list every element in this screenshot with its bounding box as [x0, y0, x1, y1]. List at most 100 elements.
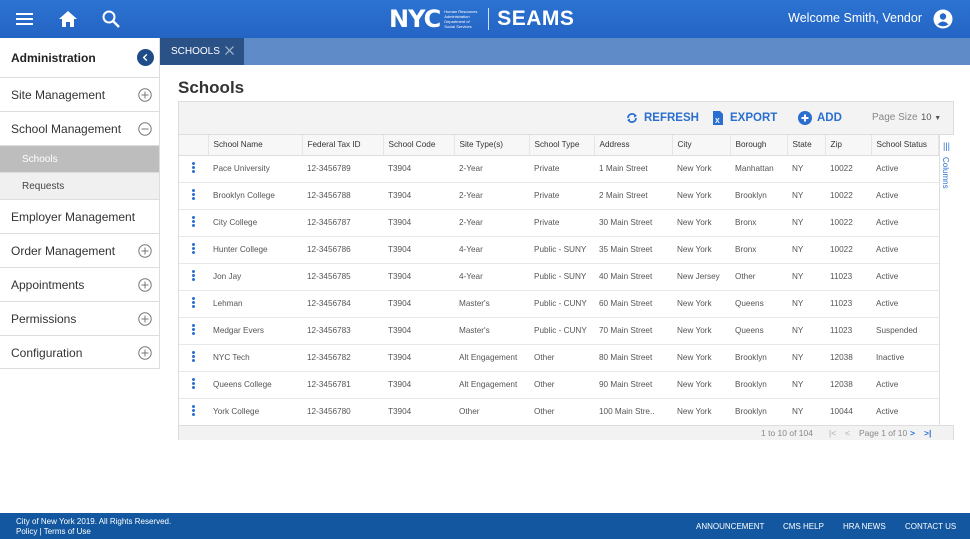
- table-cell: Lehman: [208, 290, 302, 318]
- table-cell: 35 Main Street: [594, 236, 672, 264]
- first-page-icon[interactable]: |<: [829, 428, 836, 438]
- prev-page-icon[interactable]: <: [845, 428, 850, 438]
- plus-circle-icon[interactable]: [138, 312, 152, 326]
- more-vert-icon[interactable]: [192, 215, 195, 228]
- table-cell: T3904: [383, 209, 454, 237]
- plus-circle-icon[interactable]: [138, 346, 152, 360]
- footer-link-announcement[interactable]: ANNOUNCEMENT: [696, 522, 764, 531]
- column-header[interactable]: Zip: [825, 135, 872, 156]
- table-cell: Alt Engagement: [454, 371, 529, 399]
- sidebar-item-configuration[interactable]: Configuration: [0, 336, 159, 370]
- table-cell: New York: [672, 398, 730, 426]
- more-vert-icon[interactable]: [192, 296, 195, 309]
- more-vert-icon[interactable]: [192, 269, 195, 282]
- table-cell: 4-Year: [454, 263, 529, 291]
- table-row[interactable]: City College 12-3456787 T3904 2-Year Private…: [179, 209, 939, 237]
- table-cell: 12-3456781: [302, 371, 383, 399]
- table-cell: Active: [871, 209, 939, 237]
- more-vert-icon[interactable]: [192, 323, 195, 336]
- user-avatar-icon[interactable]: [933, 9, 953, 29]
- tab-schools[interactable]: SCHOOLS: [160, 38, 244, 65]
- table-cell: 30 Main Street: [594, 209, 672, 237]
- search-icon[interactable]: [101, 9, 121, 29]
- table-row[interactable]: NYC Tech 12-3456782 T3904 Alt Engagement Oth…: [179, 344, 939, 372]
- table-row[interactable]: Medgar Evers 12-3456783 T3904 Master's Publi…: [179, 317, 939, 345]
- table-cell: New Jersey: [672, 263, 730, 291]
- table-cell: Bronx: [730, 209, 787, 237]
- column-header[interactable]: City: [672, 135, 731, 156]
- more-vert-icon[interactable]: [192, 377, 195, 390]
- sidebar-item-permissions[interactable]: Permissions: [0, 302, 159, 336]
- table-row[interactable]: Brooklyn College 12-3456788 T3904 2-Year Pri…: [179, 182, 939, 210]
- table-row[interactable]: Lehman 12-3456784 T3904 Master's Public - CU…: [179, 290, 939, 318]
- table-cell: 12-3456787: [302, 209, 383, 237]
- table-row[interactable]: Jon Jay 12-3456785 T3904 4-Year Public - SUN…: [179, 263, 939, 291]
- sidebar-item-order-management[interactable]: Order Management: [0, 234, 159, 268]
- table-cell: NY: [787, 209, 825, 237]
- collapse-sidebar-button[interactable]: [137, 49, 154, 66]
- table-cell: New York: [672, 182, 730, 210]
- column-header[interactable]: Address: [594, 135, 673, 156]
- footer-link-contact-us[interactable]: CONTACT US: [905, 522, 956, 531]
- table-cell: 2 Main Street: [594, 182, 672, 210]
- table-cell: NY: [787, 263, 825, 291]
- plus-circle-icon[interactable]: [138, 244, 152, 258]
- minus-circle-icon[interactable]: [138, 122, 152, 136]
- column-header[interactable]: School Name: [208, 135, 303, 156]
- sidebar-item-school-management[interactable]: School Management: [0, 112, 159, 146]
- last-page-icon[interactable]: >|: [924, 428, 931, 438]
- table-cell: Active: [871, 371, 939, 399]
- excel-export-icon: X: [713, 111, 723, 125]
- close-tab-icon[interactable]: [224, 45, 235, 56]
- table-cell: Active: [871, 155, 939, 183]
- table-cell: Public - CUNY: [529, 290, 594, 318]
- column-header[interactable]: School Code: [383, 135, 455, 156]
- table-row[interactable]: Pace University 12-3456789 T3904 2-Year Priv…: [179, 155, 939, 183]
- table-cell: NY: [787, 155, 825, 183]
- sidebar: Administration Site Management School Ma…: [0, 38, 160, 369]
- home-icon[interactable]: [58, 9, 78, 29]
- column-header[interactable]: Borough: [730, 135, 788, 156]
- dropdown-caret-icon: ▼: [934, 115, 942, 122]
- table-cell: Queens: [730, 317, 787, 345]
- refresh-button[interactable]: REFRESH: [625, 111, 699, 125]
- table-cell: New York: [672, 317, 730, 345]
- policy-links[interactable]: Policy | Terms of Use: [16, 527, 171, 537]
- menu-icon[interactable]: [15, 9, 35, 29]
- sidebar-subitem-requests[interactable]: Requests: [0, 173, 159, 200]
- sidebar-item-appointments[interactable]: Appointments: [0, 268, 159, 302]
- footer-link-hra-news[interactable]: HRA NEWS: [843, 522, 886, 531]
- sidebar-item-site-management[interactable]: Site Management: [0, 78, 159, 112]
- column-header[interactable]: Federal Tax ID: [302, 135, 384, 156]
- more-vert-icon[interactable]: [192, 404, 195, 417]
- table-cell: Public - SUNY: [529, 263, 594, 291]
- add-circle-icon: [798, 111, 812, 125]
- table-row[interactable]: Hunter College 12-3456786 T3904 4-Year Publi…: [179, 236, 939, 264]
- table-row[interactable]: Queens College 12-3456781 T3904 Alt Engagem…: [179, 371, 939, 399]
- more-vert-icon[interactable]: [192, 350, 195, 363]
- more-vert-icon[interactable]: [192, 188, 195, 201]
- table-row[interactable]: York College 12-3456780 T3904 Other Other 100…: [179, 398, 939, 426]
- page-size-select[interactable]: 10 ▼: [921, 112, 941, 123]
- next-page-icon[interactable]: >: [910, 428, 915, 438]
- more-vert-icon[interactable]: [192, 242, 195, 255]
- column-header[interactable]: State: [787, 135, 826, 156]
- plus-circle-icon[interactable]: [138, 278, 152, 292]
- table-cell: 12038: [825, 371, 871, 399]
- footer-copyright: City of New York 2019. All Rights Reserv…: [16, 517, 172, 537]
- table-cell: Other: [730, 263, 787, 291]
- table-cell: New York: [672, 344, 730, 372]
- more-vert-icon[interactable]: [192, 161, 195, 174]
- column-header[interactable]: School Status: [871, 135, 939, 156]
- column-header[interactable]: School Type: [529, 135, 595, 156]
- footer-link-cms-help[interactable]: CMS HELP: [783, 522, 824, 531]
- sidebar-subitem-schools[interactable]: Schools: [0, 146, 159, 173]
- plus-circle-icon[interactable]: [138, 88, 152, 102]
- add-button[interactable]: ADD: [798, 111, 842, 125]
- export-button[interactable]: X EXPORT: [711, 111, 777, 125]
- schools-grid: REFRESH X EXPORT ADD Page Size 10 ▼ Scho…: [178, 101, 954, 440]
- column-header[interactable]: Site Type(s): [454, 135, 530, 156]
- sidebar-item-employer-management[interactable]: Employer Management: [0, 200, 159, 234]
- columns-panel-toggle[interactable]: ||| Columns: [939, 135, 954, 425]
- page-size-label: Page Size: [872, 112, 918, 123]
